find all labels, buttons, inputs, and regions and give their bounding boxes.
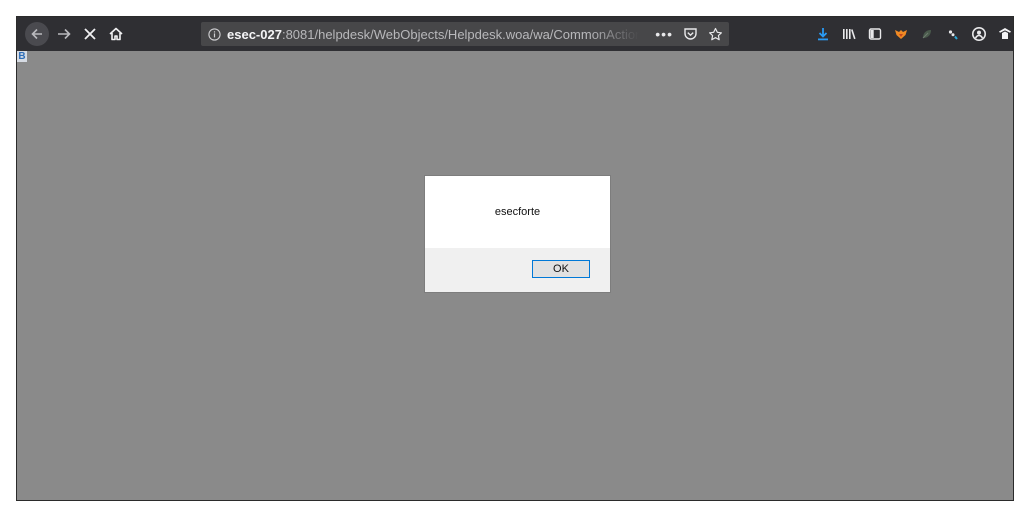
pocket-icon[interactable] [683,27,698,41]
extension-paw-icon[interactable] [941,17,965,51]
url-text[interactable]: esec-027:8081/helpdesk/WebObjects/Helpde… [227,27,639,42]
forward-arrow-icon [58,28,71,40]
browser-toolbar: esec-027:8081/helpdesk/WebObjects/Helpde… [17,17,1013,51]
sidebar-icon[interactable] [863,17,887,51]
browser-window: esec-027:8081/helpdesk/WebObjects/Helpde… [16,16,1014,501]
back-arrow-icon [25,22,49,46]
url-bar[interactable]: esec-027:8081/helpdesk/WebObjects/Helpde… [201,22,729,46]
back-button[interactable] [23,17,51,51]
toolbar-right-icons [811,17,1013,51]
extension-leaf-icon[interactable] [915,17,939,51]
alert-footer: OK [425,248,610,292]
download-icon[interactable] [811,17,835,51]
site-info-icon[interactable] [203,22,225,46]
stop-icon [84,28,96,40]
library-icon[interactable] [837,17,861,51]
extension-fox-icon[interactable] [889,17,913,51]
forward-button[interactable] [53,17,75,51]
url-actions: ••• [655,22,723,46]
home-button[interactable] [105,17,127,51]
url-host: esec-027 [227,26,282,42]
url-path: :8081/helpdesk/WebObjects/Helpdesk.woa/w… [281,26,639,42]
account-icon[interactable] [967,17,991,51]
page-actions-button[interactable]: ••• [655,26,673,42]
alert-dialog: esecforte OK [425,176,610,292]
ok-button[interactable]: OK [532,260,590,278]
extension-shield-icon[interactable] [993,17,1013,51]
page-badge: B [17,51,27,62]
stop-button[interactable] [79,17,101,51]
alert-message: esecforte [494,206,541,218]
page-content: B esecforte OK [17,51,1013,500]
bookmark-star-icon[interactable] [708,27,723,42]
home-icon [109,27,123,41]
